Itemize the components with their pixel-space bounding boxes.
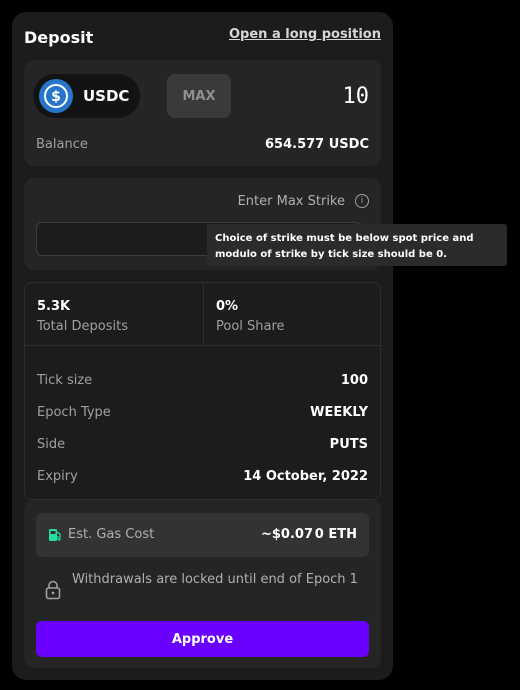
approve-button[interactable]: Approve — [36, 621, 369, 657]
detail-row-side: Side PUTS — [37, 437, 368, 457]
gas-cost-label: Est. Gas Cost — [68, 527, 155, 542]
gas-cost-eth: 0 ETH — [314, 527, 357, 542]
detail-label: Expiry — [37, 469, 78, 484]
lock-icon — [45, 580, 61, 600]
token-selector[interactable]: $ USDC — [33, 74, 140, 118]
gas-cost-usd: ~$0.07 — [260, 527, 313, 542]
balance-label: Balance — [36, 137, 88, 152]
stats-divider — [203, 283, 204, 345]
detail-label: Side — [37, 437, 66, 452]
max-strike-label: Enter Max Strike — [237, 194, 345, 209]
total-deposits-label: Total Deposits — [37, 319, 128, 334]
detail-row-tick-size: Tick size 100 — [37, 373, 368, 393]
approve-card: Est. Gas Cost ~$0.07 0 ETH Withdrawals a… — [24, 500, 381, 668]
deposit-panel: Deposit Open a long position $ USDC MAX … — [12, 12, 393, 680]
deposit-amount-input[interactable] — [259, 80, 369, 112]
pool-details: Tick size 100 Epoch Type WEEKLY Side PUT… — [24, 346, 381, 500]
detail-row-epoch-type: Epoch Type WEEKLY — [37, 405, 368, 425]
withdrawal-lock-notice: Withdrawals are locked until end of Epoc… — [72, 572, 358, 587]
pool-share-value: 0% — [216, 299, 239, 314]
balance-value: 654.577 USDC — [265, 137, 369, 152]
detail-row-expiry: Expiry 14 October, 2022 — [37, 469, 368, 489]
detail-value: PUTS — [329, 437, 368, 452]
token-name: USDC — [83, 87, 130, 105]
pool-share-label: Pool Share — [216, 319, 285, 334]
svg-text:$: $ — [51, 89, 61, 105]
max-button[interactable]: MAX — [167, 74, 231, 118]
strike-tooltip: Choice of strike must be below spot pric… — [207, 224, 507, 266]
detail-value: WEEKLY — [310, 405, 368, 420]
gas-pump-icon — [49, 529, 61, 541]
pool-stats: 5.3K Total Deposits 0% Pool Share — [24, 282, 381, 346]
detail-value: 100 — [340, 373, 368, 388]
detail-label: Epoch Type — [37, 405, 111, 420]
total-deposits-value: 5.3K — [37, 299, 71, 314]
usdc-logo-icon: $ — [39, 79, 73, 113]
open-long-position-link[interactable]: Open a long position — [229, 27, 381, 42]
gas-estimate: Est. Gas Cost ~$0.07 0 ETH — [36, 513, 369, 557]
info-icon[interactable]: i — [355, 194, 369, 208]
detail-label: Tick size — [37, 373, 93, 388]
panel-title: Deposit — [24, 28, 94, 47]
detail-value: 14 October, 2022 — [243, 469, 368, 484]
deposit-card: $ USDC MAX Balance 654.577 USDC — [24, 60, 381, 166]
